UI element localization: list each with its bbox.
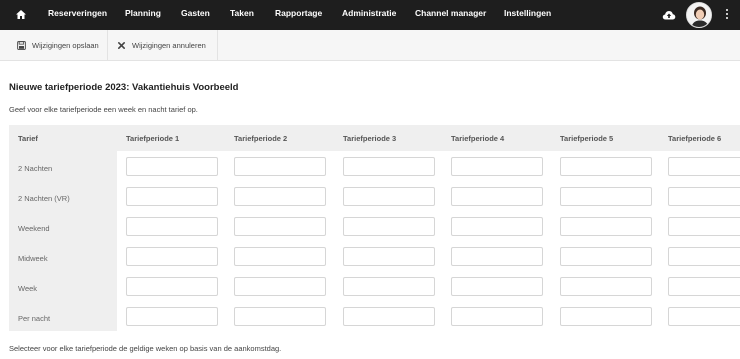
column-header-tarief: Tarief: [18, 134, 38, 143]
tariff-input-field[interactable]: [560, 157, 652, 176]
tariff-input-field[interactable]: [126, 277, 218, 296]
page-title: Nieuwe tariefperiode 2023: Vakantiehuis …: [9, 82, 239, 93]
tariff-input-field[interactable]: [126, 247, 218, 266]
tariff-input-field[interactable]: [560, 187, 652, 206]
row-label: 2 Nachten: [18, 164, 53, 173]
column-header-tariefperiode-6: Tariefperiode 6: [668, 134, 722, 143]
tariff-input-field[interactable]: [343, 157, 435, 176]
cloud-upload-icon[interactable]: [662, 9, 676, 21]
tariff-input-field[interactable]: [451, 187, 543, 206]
tariff-input-field[interactable]: [126, 187, 218, 206]
column-header-tariefperiode-4: Tariefperiode 4: [451, 134, 505, 143]
intro-text: Geef voor elke tariefperiode een week en…: [9, 105, 198, 114]
tariff-input-field[interactable]: [126, 217, 218, 236]
user-avatar[interactable]: [686, 2, 712, 28]
save-button[interactable]: Wijzigingen opslaan: [17, 30, 99, 60]
row-label-column: [9, 151, 117, 331]
tariff-input-field[interactable]: [560, 307, 652, 326]
tariff-input-field[interactable]: [234, 187, 326, 206]
floppy-disk-icon: [17, 40, 26, 50]
tariff-input-field[interactable]: [451, 307, 543, 326]
tariff-input-field[interactable]: [343, 247, 435, 266]
tariff-input-field[interactable]: [234, 247, 326, 266]
home-icon[interactable]: [14, 8, 28, 22]
tariff-input-field[interactable]: [126, 307, 218, 326]
toolbar-divider: [217, 30, 218, 60]
tariff-input-field[interactable]: [451, 217, 543, 236]
tariff-input-field[interactable]: [343, 217, 435, 236]
row-label: Week: [18, 284, 38, 293]
nav-item-channel-manager[interactable]: Channel manager: [415, 8, 486, 18]
tariff-input-field[interactable]: [560, 217, 652, 236]
tariff-input-field[interactable]: [560, 247, 652, 266]
nav-item-instellingen[interactable]: Instellingen: [504, 8, 551, 18]
tariff-input-field[interactable]: [451, 157, 543, 176]
top-navigation-bar: Reserveringen Planning Gasten Taken Rapp…: [0, 0, 740, 30]
nav-item-taken[interactable]: Taken: [230, 8, 254, 18]
tariff-input-field[interactable]: [668, 187, 740, 206]
toolbar-divider: [107, 30, 108, 60]
tariff-input-field[interactable]: [451, 277, 543, 296]
row-label: 2 Nachten (VR): [18, 194, 70, 203]
tariff-input-field[interactable]: [234, 157, 326, 176]
column-header-tariefperiode-1: Tariefperiode 1: [126, 134, 180, 143]
tariff-table: Tarief Tariefperiode 1 Tariefperiode 2 Tar…: [9, 125, 740, 331]
tariff-input-field[interactable]: [668, 277, 740, 296]
tariff-input-field[interactable]: [343, 277, 435, 296]
nav-item-administratie[interactable]: Administratie: [342, 8, 396, 18]
column-header-tariefperiode-5: Tariefperiode 5: [560, 134, 614, 143]
nav-item-planning[interactable]: Planning: [125, 8, 161, 18]
row-label: Midweek: [18, 254, 48, 263]
column-header-tariefperiode-3: Tariefperiode 3: [343, 134, 397, 143]
tariff-input-field[interactable]: [126, 157, 218, 176]
tariff-input-field[interactable]: [234, 277, 326, 296]
tariff-input-field[interactable]: [668, 157, 740, 176]
footer-instruction: Selecteer voor elke tariefperiode de gel…: [9, 344, 282, 353]
kebab-menu-icon[interactable]: [724, 9, 730, 22]
row-label: Weekend: [18, 224, 50, 233]
tariff-input-field[interactable]: [343, 187, 435, 206]
tariff-input-field[interactable]: [668, 217, 740, 236]
tariff-input-field[interactable]: [234, 307, 326, 326]
tariff-input-field[interactable]: [343, 307, 435, 326]
tariff-input-field[interactable]: [234, 217, 326, 236]
cancel-button-label: Wijzigingen annuleren: [132, 40, 206, 50]
nav-item-gasten[interactable]: Gasten: [181, 8, 210, 18]
save-button-label: Wijzigingen opslaan: [32, 40, 99, 50]
tariff-input-field[interactable]: [451, 247, 543, 266]
action-toolbar: Wijzigingen opslaan Wijzigingen annulere…: [0, 30, 740, 61]
tariff-input-field[interactable]: [560, 277, 652, 296]
row-label: Per nacht: [18, 314, 51, 323]
column-header-tariefperiode-2: Tariefperiode 2: [234, 134, 288, 143]
nav-item-rapportage[interactable]: Rapportage: [275, 8, 322, 18]
tariff-input-field[interactable]: [668, 247, 740, 266]
tariff-input-field[interactable]: [668, 307, 740, 326]
cancel-button[interactable]: Wijzigingen annuleren: [117, 30, 206, 60]
nav-item-reserveringen[interactable]: Reserveringen: [48, 8, 107, 18]
x-icon: [117, 41, 126, 49]
